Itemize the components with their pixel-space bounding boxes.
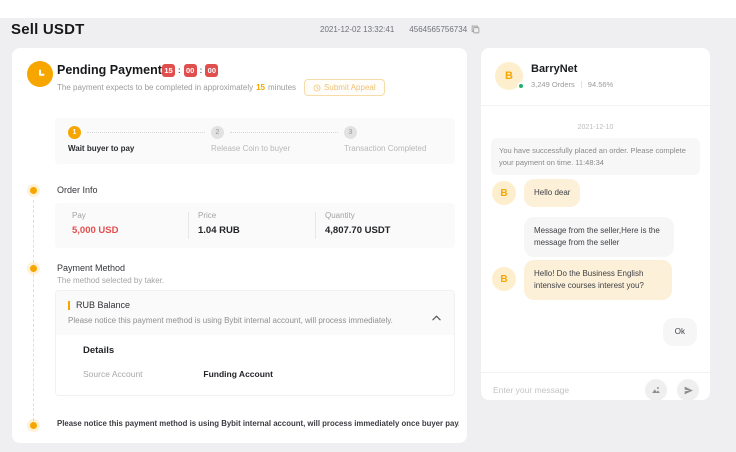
method-name: RUB Balance [76, 300, 130, 310]
price-value: 1.04 RUB [198, 225, 240, 236]
subtitle-text: The payment expects to be completed in a… [57, 83, 253, 92]
chat-message: Message from the seller,Here is the mess… [524, 217, 674, 257]
order-id: 4564565756734 [409, 25, 467, 34]
counterparty-avatar: B [495, 62, 523, 90]
message-avatar: B [492, 181, 516, 205]
step-1-label: Wait buyer to pay [68, 144, 134, 153]
step-connector [230, 132, 338, 133]
chevron-up-icon[interactable] [432, 308, 441, 326]
order-meta: 2021-12-02 13:32:41 4564565756734 [320, 25, 480, 34]
payment-method-subtitle: The method selected by taker. [57, 276, 164, 285]
chat-date: 2021-12-10 [481, 124, 710, 131]
footer-note: Please notice this payment method is usi… [57, 419, 459, 428]
pay-value: 5,000 USD [72, 225, 118, 236]
pay-column: Pay 5,000 USD [72, 211, 118, 236]
step-2-label: Release Coin to buyer [211, 144, 290, 153]
order-info-bullet [30, 187, 37, 194]
message-avatar: B [492, 267, 516, 291]
method-note: Please notice this payment method is usi… [68, 316, 442, 325]
timer-hours: 15 [162, 64, 175, 77]
progress-steps: 1 2 3 Wait buyer to pay Release Coin to … [55, 118, 455, 164]
counterparty-stats: 3,249 Orders 94.56% [531, 80, 613, 89]
info-divider [188, 212, 189, 239]
subtitle-suffix: minutes [268, 83, 296, 92]
orders-count: 3,249 Orders [531, 80, 575, 89]
payment-method-title: Payment Method [57, 263, 125, 273]
quantity-value: 4,807.70 USDT [325, 225, 390, 236]
counterparty-name[interactable]: BarryNet [531, 63, 577, 75]
info-divider [315, 212, 316, 239]
price-label: Price [198, 211, 240, 220]
chat-message: Hello dear [524, 179, 580, 207]
chat-message-own: Ok [663, 318, 697, 346]
avatar-letter: B [500, 274, 507, 285]
quantity-column: Quantity 4,807.70 USDT [325, 211, 390, 236]
chat-header-divider [481, 105, 710, 106]
details-title: Details [83, 345, 442, 356]
payment-details: Details Source Account Funding Account [56, 335, 454, 395]
pay-label: Pay [72, 211, 118, 220]
timer-seconds: 00 [205, 64, 218, 77]
chat-message: Hello! Do the Business English intensive… [524, 260, 672, 300]
timer-minutes: 00 [184, 64, 197, 77]
footer-note-bullet [30, 422, 37, 429]
source-account-row: Source Account Funding Account [83, 369, 442, 379]
submit-appeal-label: Submit Appeal [324, 83, 376, 92]
pending-subtitle: The payment expects to be completed in a… [57, 79, 385, 96]
system-message: You have successfully placed an order. P… [491, 138, 700, 175]
payment-method-box: RUB Balance Please notice this payment m… [55, 290, 455, 396]
order-id-wrap: 4564565756734 [409, 25, 480, 34]
payment-method-bullet [30, 265, 37, 272]
order-info-title: Order Info [57, 185, 98, 195]
payment-method-header[interactable]: RUB Balance Please notice this payment m… [56, 291, 454, 335]
attach-image-button[interactable] [645, 379, 667, 401]
chat-input-row [481, 373, 710, 400]
quantity-label: Quantity [325, 211, 390, 220]
timer-colon: : [178, 66, 181, 75]
step-2-circle: 2 [211, 126, 224, 139]
timer-colon: : [200, 66, 203, 75]
submit-appeal-button[interactable]: Submit Appeal [304, 79, 385, 96]
copy-icon[interactable] [471, 25, 480, 34]
method-name-row: RUB Balance [68, 300, 442, 310]
pending-clock-icon [27, 61, 53, 87]
avatar-letter: B [505, 70, 513, 82]
order-info-box: Pay 5,000 USD Price 1.04 RUB Quantity 4,… [55, 203, 455, 248]
source-account-label: Source Account [83, 369, 201, 379]
order-timestamp: 2021-12-02 13:32:41 [320, 25, 394, 34]
subtitle-minutes: 15 [256, 83, 265, 92]
pending-payment-title: Pending Payment [57, 63, 162, 77]
success-rate: 94.56% [588, 80, 613, 89]
step-1-circle: 1 [68, 126, 81, 139]
step-3-circle: 3 [344, 126, 357, 139]
step-connector [87, 132, 205, 133]
order-detail-card: Pending Payment 15 : 00 : 00 The payment… [12, 48, 467, 443]
send-message-button[interactable] [677, 379, 699, 401]
source-account-value: Funding Account [203, 369, 273, 379]
method-accent-bar [68, 301, 70, 310]
p2p-order-page: Sell USDT 2021-12-02 13:32:41 4564565756… [0, 0, 736, 452]
online-status-dot [517, 82, 525, 90]
stats-divider [581, 81, 582, 88]
countdown-timer: 15 : 00 : 00 [162, 64, 218, 77]
price-column: Price 1.04 RUB [198, 211, 240, 236]
step-3-label: Transaction Completed [344, 144, 426, 153]
section-timeline [33, 200, 34, 426]
avatar-letter: B [500, 188, 507, 199]
message-input[interactable] [493, 385, 633, 395]
page-title: Sell USDT [11, 21, 84, 38]
chat-panel: B BarryNet 3,249 Orders 94.56% 2021-12-1… [481, 48, 710, 400]
